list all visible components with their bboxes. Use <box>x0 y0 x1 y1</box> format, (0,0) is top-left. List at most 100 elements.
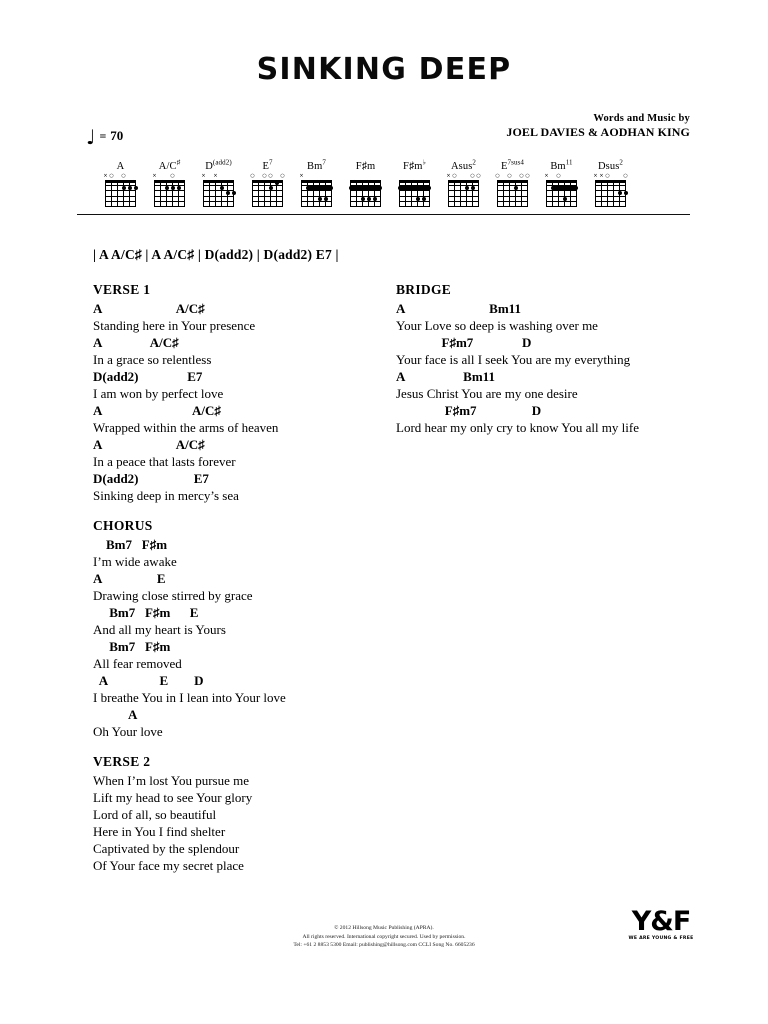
fret-line <box>203 185 234 186</box>
fret-line <box>252 206 283 207</box>
page-title: SINKING DEEP <box>256 52 512 87</box>
chord-row: A E <box>93 571 166 586</box>
lyric-row: Your Love so deep is washing over me <box>396 318 598 333</box>
intro-bar-line: | A A/C♯ | A A/C♯ | D(add2) | D(add2) E7… <box>93 247 339 262</box>
fret-line <box>154 201 185 202</box>
fret-line <box>301 190 332 191</box>
open-string-icon: ○ <box>268 173 273 179</box>
finger-dot <box>225 190 230 195</box>
fret-line <box>448 201 479 202</box>
chord-row: Bm7 F♯m <box>93 639 171 654</box>
lyric-row: I’m wide awake <box>93 554 177 569</box>
chord-row: A A/C♯ <box>93 301 205 316</box>
fret-line <box>350 201 381 202</box>
nut <box>350 180 381 183</box>
string-line <box>258 180 259 206</box>
string-line <box>399 180 400 206</box>
fretboard-grid <box>448 180 479 207</box>
string-line <box>117 180 118 206</box>
open-string-markers: × ○ <box>152 173 185 179</box>
open-string-icon: ○ <box>605 173 610 179</box>
fret-line <box>595 201 626 202</box>
finger-dot <box>274 180 279 185</box>
fret-line <box>301 206 332 207</box>
finger-dot <box>317 196 322 201</box>
nut <box>301 180 332 183</box>
open-string-markers: ○ ○ ○ ○ <box>250 173 284 179</box>
fretboard-grid <box>252 180 283 207</box>
chord-row: A <box>93 707 138 722</box>
finger-dot <box>421 196 426 201</box>
string-line <box>564 180 565 206</box>
string-line <box>307 180 308 206</box>
string-line <box>595 180 596 206</box>
lyric-row: I am won by perfect love <box>93 386 224 401</box>
fret-line <box>154 190 185 191</box>
chord-diagram-label: D(add2) <box>205 158 232 172</box>
fret-line <box>154 206 185 207</box>
section-heading: VERSE 2 <box>93 754 151 769</box>
fret-line <box>350 206 381 207</box>
nut <box>203 180 234 183</box>
string-line <box>472 180 473 206</box>
fretboard-grid <box>497 180 528 207</box>
string-line <box>613 180 614 206</box>
string-line <box>350 180 351 206</box>
open-string-markers: × × ○ ○ <box>593 173 628 179</box>
chord-row: A A/C♯ <box>93 335 179 350</box>
finger-dot <box>562 196 567 201</box>
lyric-row: Wrapped within the arms of heaven <box>93 420 279 435</box>
string-line <box>215 180 216 206</box>
string-line <box>282 180 283 206</box>
fret-line <box>252 196 283 197</box>
nut <box>595 180 626 183</box>
fretboard-grid <box>349 180 382 207</box>
chord-diagram-label: F♯m <box>355 161 376 172</box>
string-line <box>466 180 467 206</box>
open-string-icon: ○ <box>452 173 457 179</box>
finger-dot <box>623 190 628 195</box>
fret-line <box>105 196 136 197</box>
open-string-markers: × × <box>201 173 234 179</box>
fret-line <box>399 201 430 202</box>
muted-string-icon: × <box>544 173 549 179</box>
fret-line <box>203 201 234 202</box>
chord-diagram-label: E7sus4 <box>501 158 524 172</box>
finger-dot <box>323 196 328 201</box>
fretboard-grid <box>203 180 236 207</box>
fret-line <box>497 190 528 191</box>
fret-line <box>154 196 185 197</box>
string-line <box>527 180 528 206</box>
nut <box>448 180 479 183</box>
chord-row: D(add2) E7 <box>93 369 203 384</box>
nut <box>154 180 185 183</box>
string-line <box>129 180 130 206</box>
copyright-line-3: Tel: +61 2 8853 5300 Email: publishing@h… <box>293 942 475 948</box>
fret-line <box>595 206 626 207</box>
open-string-icon: ○ <box>507 173 512 179</box>
string-line <box>135 180 136 206</box>
fret-line <box>546 190 577 191</box>
muted-string-icon: × <box>152 173 157 179</box>
fret-line <box>252 190 283 191</box>
fret-line <box>252 185 283 186</box>
chord-diagram: Bm11 × ○ <box>537 159 586 207</box>
lyric-row: Of Your face my secret place <box>93 858 244 873</box>
string-line <box>331 180 332 206</box>
section-heading: BRIDGE <box>396 282 452 297</box>
open-string-icon: ○ <box>556 173 561 179</box>
fret-line <box>546 206 577 207</box>
finger-dot <box>372 196 377 201</box>
quarter-note-icon: ♩ <box>86 124 96 149</box>
section-body: A Bm11 Your Love so deep is washing over … <box>396 300 696 436</box>
string-line <box>368 180 369 206</box>
string-line <box>325 180 326 206</box>
section-chorus: CHORUS Bm7 F♯m I’m wide awake A E Drawing c… <box>93 518 393 740</box>
chord-diagram: E7sus4 ○ ○ ○ ○ <box>488 158 537 207</box>
chord-row: A E D <box>93 673 204 688</box>
chord-row: A A/C♯ <box>93 403 221 418</box>
string-line <box>546 180 547 206</box>
open-string-icon: ○ <box>623 173 628 179</box>
chord-row: F♯m7 D <box>396 335 532 350</box>
young-and-free-logo: Y&F WE ARE YOUNG & FREE <box>628 908 694 942</box>
